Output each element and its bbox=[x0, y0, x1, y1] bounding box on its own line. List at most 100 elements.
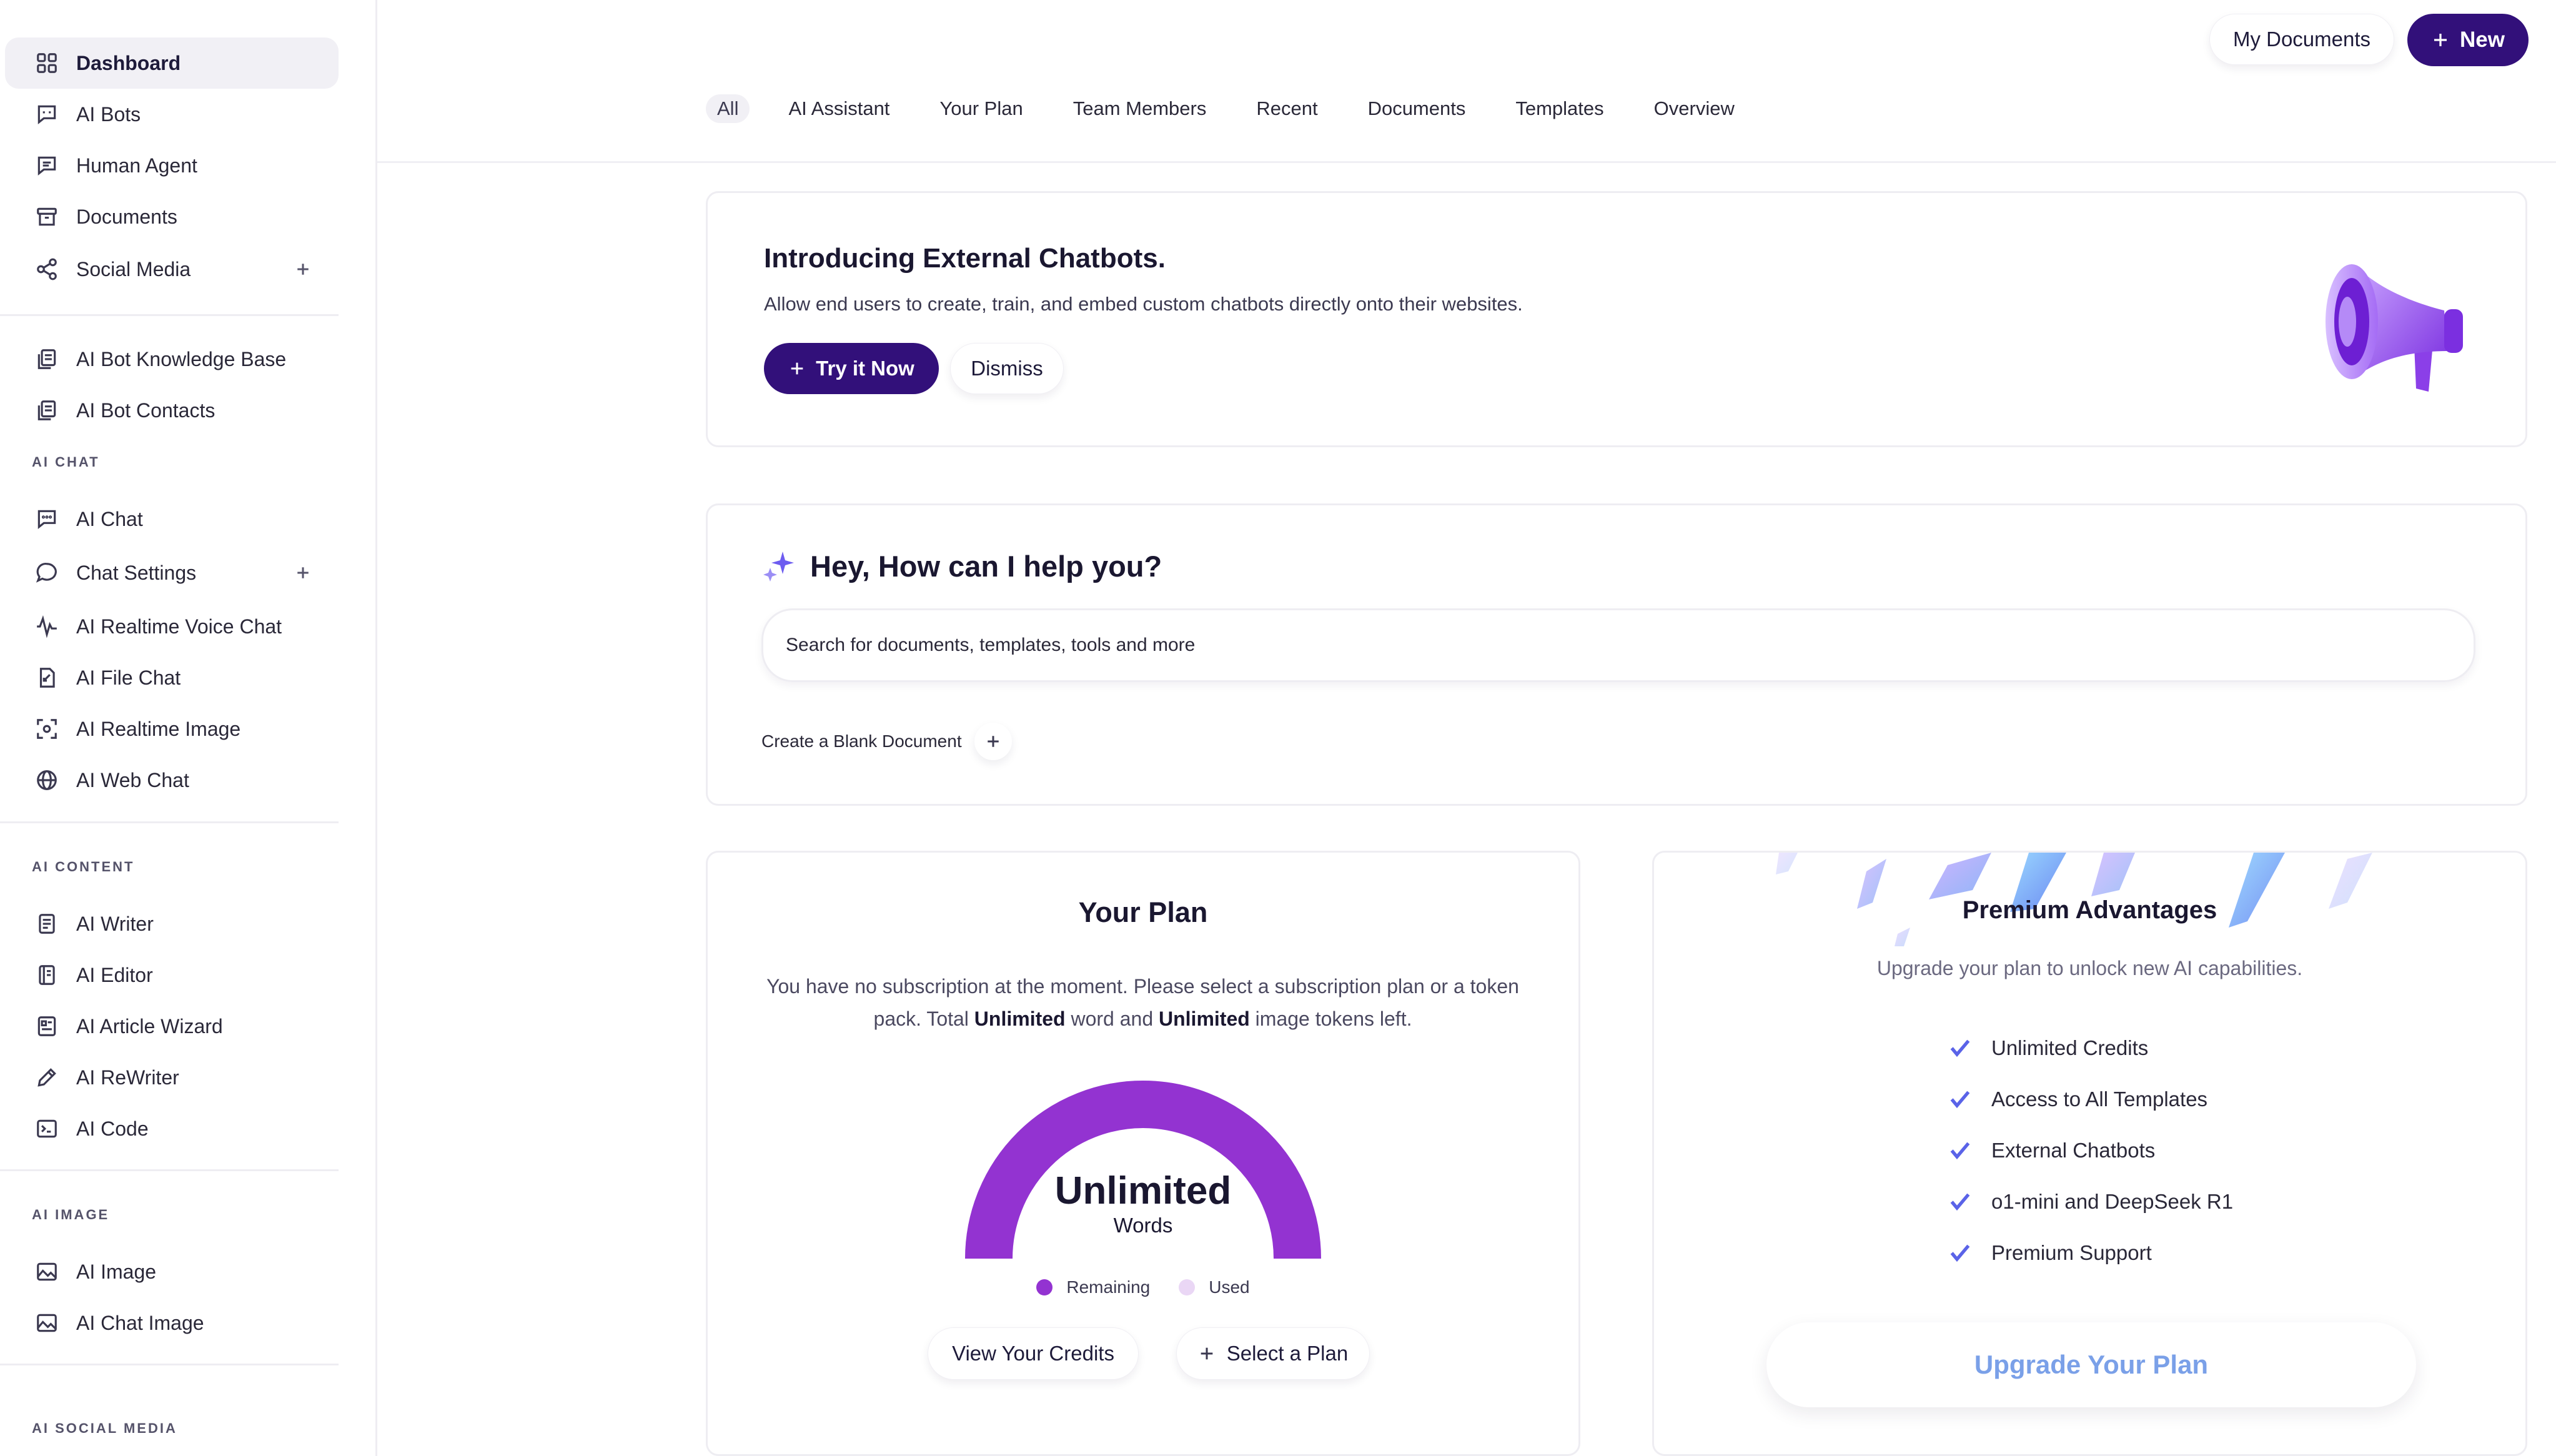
sidebar-item-label: Social Media bbox=[76, 257, 191, 280]
gauge-unit: Words bbox=[1113, 1214, 1173, 1237]
sidebar-item-ai-bot-contacts[interactable]: AI Bot Contacts bbox=[5, 385, 339, 436]
message-icon bbox=[35, 154, 59, 177]
tab-ai-assistant[interactable]: AI Assistant bbox=[777, 94, 901, 123]
chat-dots-icon bbox=[35, 507, 59, 531]
article-icon bbox=[35, 1014, 59, 1038]
sidebar-item-label: Documents bbox=[76, 205, 177, 228]
sidebar-item-documents[interactable]: Documents bbox=[5, 191, 339, 242]
new-button-label: New bbox=[2460, 27, 2505, 52]
sparkle-icon bbox=[763, 552, 794, 582]
check-icon bbox=[1950, 1244, 1970, 1262]
promo-description: Allow end users to create, train, and em… bbox=[764, 293, 1523, 315]
legend-remaining: Remaining bbox=[1036, 1277, 1150, 1297]
waveform-icon bbox=[35, 615, 59, 638]
notebook-icon bbox=[35, 963, 59, 987]
your-plan-card: Your Plan You have no subscription at th… bbox=[706, 851, 1580, 1456]
tab-overview[interactable]: Overview bbox=[1643, 94, 1746, 123]
sidebar-item-ai-rewriter[interactable]: AI ReWriter bbox=[5, 1052, 339, 1103]
upgrade-plan-button[interactable]: Upgrade Your Plan bbox=[1766, 1322, 2416, 1407]
search-box bbox=[761, 608, 2475, 682]
sidebar-item-label: AI Chat Image bbox=[76, 1311, 204, 1334]
feature-item: o1-mini and DeepSeek R1 bbox=[1948, 1176, 2233, 1227]
sidebar-item-ai-code[interactable]: AI Code bbox=[5, 1103, 339, 1154]
sidebar-item-ai-bot-knowledge-base[interactable]: AI Bot Knowledge Base bbox=[5, 334, 339, 385]
sidebar-item-label: AI Image bbox=[76, 1260, 157, 1283]
sidebar-item-ai-file-chat[interactable]: AI File Chat bbox=[5, 652, 339, 703]
sidebar-item-ai-chat[interactable]: AI Chat bbox=[5, 493, 339, 545]
promo-title: Introducing External Chatbots. bbox=[764, 243, 1166, 274]
sidebar-item-label: Human Agent bbox=[76, 154, 197, 177]
tab-your-plan[interactable]: Your Plan bbox=[928, 94, 1034, 123]
sidebar-item-ai-web-chat[interactable]: AI Web Chat bbox=[5, 755, 339, 806]
new-button[interactable]: New bbox=[2407, 14, 2529, 66]
sidebar-item-chat-settings[interactable]: Chat Settings bbox=[5, 547, 339, 598]
image-icon bbox=[35, 1260, 59, 1284]
plus-icon[interactable] bbox=[291, 561, 315, 585]
sidebar-item-ai-writer[interactable]: AI Writer bbox=[5, 898, 339, 949]
my-documents-button[interactable]: My Documents bbox=[2209, 14, 2394, 65]
legend-used: Used bbox=[1179, 1277, 1250, 1297]
sidebar-item-label: AI Chat bbox=[76, 507, 143, 530]
sidebar-item-label: AI Editor bbox=[76, 963, 153, 986]
legend-remaining-label: Remaining bbox=[1066, 1277, 1151, 1297]
sidebar-item-label: AI ReWriter bbox=[76, 1066, 179, 1089]
header-divider bbox=[377, 161, 2556, 163]
check-icon bbox=[1950, 1039, 1970, 1057]
terminal-icon bbox=[35, 1117, 59, 1141]
plus-icon[interactable] bbox=[291, 257, 315, 281]
sidebar-item-ai-article-wizard[interactable]: AI Article Wizard bbox=[5, 1001, 339, 1052]
sidebar-item-dashboard[interactable]: Dashboard bbox=[5, 37, 339, 89]
search-input[interactable] bbox=[786, 635, 2474, 656]
archive-icon bbox=[35, 205, 59, 229]
file-icon bbox=[35, 666, 59, 690]
plan-desc-words: Unlimited bbox=[974, 1008, 1066, 1030]
tab-all[interactable]: All bbox=[706, 94, 750, 123]
legend-used-label: Used bbox=[1209, 1277, 1250, 1297]
section-label-ai-social-media: AI SOCIAL MEDIA bbox=[32, 1420, 177, 1436]
tab-templates[interactable]: Templates bbox=[1504, 94, 1615, 123]
document-stack-icon bbox=[35, 347, 59, 371]
filter-tabs: All AI Assistant Your Plan Team Members … bbox=[706, 92, 1773, 125]
sidebar-item-ai-bots[interactable]: AI Bots bbox=[5, 89, 339, 140]
sidebar-divider bbox=[0, 821, 339, 823]
sidebar-item-human-agent[interactable]: Human Agent bbox=[5, 140, 339, 191]
plan-title: Your Plan bbox=[1078, 896, 1208, 928]
plan-desc-images: Unlimited bbox=[1159, 1008, 1250, 1030]
sidebar: Dashboard AI Bots Human Agent Documents … bbox=[0, 0, 377, 1456]
view-credits-button[interactable]: View Your Credits bbox=[928, 1327, 1139, 1380]
sidebar-item-ai-realtime-voice-chat[interactable]: AI Realtime Voice Chat bbox=[5, 601, 339, 652]
dismiss-button[interactable]: Dismiss bbox=[950, 343, 1064, 394]
feature-label: o1-mini and DeepSeek R1 bbox=[1991, 1190, 2234, 1213]
create-blank-document[interactable]: Create a Blank Document bbox=[761, 723, 1012, 760]
legend-dot bbox=[1036, 1279, 1053, 1295]
sidebar-item-label: AI Web Chat bbox=[76, 768, 189, 791]
sidebar-item-ai-realtime-image[interactable]: AI Realtime Image bbox=[5, 703, 339, 755]
sidebar-item-label: AI Realtime Image bbox=[76, 717, 241, 740]
assistant-card: Hey, How can I help you? Create a Blank … bbox=[706, 503, 2527, 806]
plan-description: You have no subscription at the moment. … bbox=[764, 970, 1522, 1035]
gauge-value: Unlimited bbox=[1054, 1169, 1232, 1212]
feature-item: Unlimited Credits bbox=[1948, 1023, 2233, 1074]
plan-desc-text: image tokens left. bbox=[1249, 1008, 1412, 1030]
section-label-ai-image: AI IMAGE bbox=[32, 1207, 110, 1222]
sidebar-item-ai-editor[interactable]: AI Editor bbox=[5, 949, 339, 1001]
premium-title: Premium Advantages bbox=[1962, 896, 2217, 924]
try-it-now-button[interactable]: Try it Now bbox=[764, 343, 939, 394]
sidebar-item-ai-image[interactable]: AI Image bbox=[5, 1246, 339, 1297]
section-label-ai-chat: AI CHAT bbox=[32, 454, 100, 470]
assistant-title: Hey, How can I help you? bbox=[810, 550, 1162, 583]
sidebar-divider bbox=[0, 1364, 339, 1365]
sidebar-item-ai-chat-image[interactable]: AI Chat Image bbox=[5, 1297, 339, 1349]
select-plan-button[interactable]: Select a Plan bbox=[1176, 1327, 1370, 1380]
tab-documents[interactable]: Documents bbox=[1357, 94, 1477, 123]
share-icon bbox=[35, 257, 59, 281]
plus-icon[interactable] bbox=[974, 723, 1012, 760]
premium-card: Premium Advantages Upgrade your plan to … bbox=[1652, 851, 2527, 1456]
sidebar-item-social-media[interactable]: Social Media bbox=[5, 244, 339, 295]
tab-team-members[interactable]: Team Members bbox=[1062, 94, 1218, 123]
legend-dot bbox=[1179, 1279, 1196, 1295]
tab-recent[interactable]: Recent bbox=[1245, 94, 1329, 123]
sidebar-item-label: Dashboard bbox=[76, 51, 181, 74]
feature-item: Access to All Templates bbox=[1948, 1074, 2233, 1125]
sidebar-item-label: AI Realtime Voice Chat bbox=[76, 615, 282, 638]
